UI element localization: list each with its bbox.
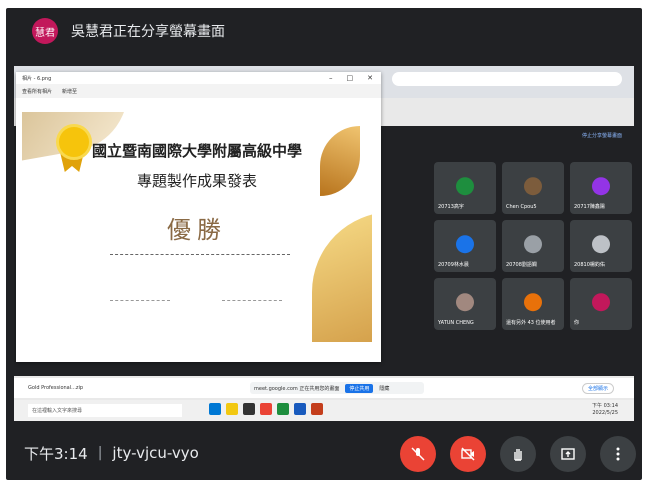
raise-hand-button[interactable]	[500, 436, 536, 472]
avatar	[524, 293, 542, 312]
photos-toolbar: 查看所有相片 新增至	[16, 84, 381, 98]
windows-taskbar: 在這裡輸入文字來搜尋 下午 03:14 2022/5/25	[14, 400, 634, 421]
sharing-status-text: 吳慧君正在分享螢幕畫面	[71, 24, 225, 40]
browser-address-bar	[392, 72, 622, 86]
photos-app-window: 相片 - 6.png – □ ✕ 查看所有相片 新增至 國立暨南國際大學附屬高級…	[16, 72, 381, 362]
folder-icon[interactable]	[226, 403, 238, 415]
close-icon[interactable]: ✕	[367, 74, 373, 82]
more-vert-icon	[616, 447, 620, 461]
certificate-award: 優勝	[167, 216, 227, 244]
participant-tile: 20713高宇	[434, 162, 496, 214]
footer-separator: |	[97, 445, 103, 461]
certificate-school: 國立暨南國際大學附屬高級中學	[91, 142, 302, 160]
taskbar-clock: 下午 03:14 2022/5/25	[592, 403, 618, 417]
line-icon[interactable]	[277, 403, 289, 415]
screen-share-notice: meet.google.com 正在共用您的畫面 停止共用 隱藏	[250, 382, 424, 394]
participant-tile: 20709林水晨	[434, 220, 496, 272]
participant-tile: 20717陳鑫陽	[570, 162, 632, 214]
participant-tile: Chen Cpou5	[502, 162, 564, 214]
photos-title-bar: 相片 - 6.png – □ ✕	[16, 72, 381, 84]
avatar	[592, 177, 610, 196]
store-icon[interactable]	[243, 403, 255, 415]
minimize-icon[interactable]: –	[329, 74, 333, 82]
show-all-button[interactable]: 全部顯示	[581, 383, 614, 394]
taskbar-search-input[interactable]: 在這裡輸入文字來搜尋	[28, 404, 182, 417]
participant-tile: 你	[570, 278, 632, 330]
signature-line	[110, 300, 170, 301]
meeting-time: 下午3:14	[24, 444, 88, 463]
avatar	[592, 235, 610, 254]
word-icon[interactable]	[294, 403, 306, 415]
signature-line	[222, 300, 282, 301]
participant-tile: 20708劉語嫻	[502, 220, 564, 272]
clock-date: 2022/5/25	[592, 410, 618, 416]
name-line	[110, 254, 290, 255]
meet-footer: 下午3:14 | jty-vjcu-vyo	[6, 426, 642, 480]
mic-off-button[interactable]	[400, 436, 436, 472]
powerpoint-icon[interactable]	[311, 403, 323, 415]
more-options-button[interactable]	[600, 436, 636, 472]
edge-icon[interactable]	[209, 403, 221, 415]
participant-tile: 還有另外 43 位使用者	[502, 278, 564, 330]
hide-button[interactable]: 隱藏	[379, 385, 389, 392]
download-bar: Gold Professional...zip meet.google.com …	[14, 378, 634, 398]
avatar	[524, 235, 542, 254]
participant-tile: YATUN CHENG	[434, 278, 496, 330]
participant-tile: 20810楊鈞佑	[570, 220, 632, 272]
chrome-icon[interactable]	[260, 403, 272, 415]
avatar	[592, 293, 610, 312]
download-item[interactable]: Gold Professional...zip	[28, 385, 83, 391]
clock-time: 下午 03:14	[592, 403, 618, 409]
stop-sharing-link: 停止分享螢幕畫面	[581, 133, 622, 139]
present-icon	[561, 448, 575, 460]
camera-off-icon	[461, 447, 475, 461]
maximize-icon[interactable]: □	[347, 74, 354, 82]
see-all-photos-button[interactable]: 查看所有相片	[22, 88, 52, 95]
taskbar-apps	[209, 403, 323, 415]
camera-off-button[interactable]	[450, 436, 486, 472]
avatar	[456, 235, 474, 254]
avatar	[456, 293, 474, 312]
presenter-avatar: 慧君	[32, 18, 58, 44]
add-to-button[interactable]: 新增至	[62, 88, 77, 95]
sharing-header: 慧君 吳慧君正在分享螢幕畫面	[6, 8, 642, 54]
avatar	[456, 177, 474, 196]
certificate-image: 國立暨南國際大學附屬高級中學 專題製作成果發表 優勝	[22, 112, 372, 342]
shared-screen: 停止分享螢幕畫面 20713高宇 Chen Cpou5 20717陳鑫陽 207…	[14, 66, 634, 421]
avatar	[524, 177, 542, 196]
meeting-code: jty-vjcu-vyo	[112, 444, 199, 462]
hand-icon	[514, 449, 522, 461]
certificate-event: 專題製作成果發表	[136, 172, 257, 190]
mic-off-icon	[411, 447, 425, 461]
share-notice-text: meet.google.com 正在共用您的畫面	[254, 385, 340, 392]
present-button[interactable]	[550, 436, 586, 472]
meet-window: 慧君 吳慧君正在分享螢幕畫面 停止分享螢幕畫面 20713高宇 Chen Cpo…	[6, 8, 642, 480]
stop-share-button[interactable]: 停止共用	[345, 383, 374, 393]
photos-window-title: 相片 - 6.png	[22, 75, 52, 82]
